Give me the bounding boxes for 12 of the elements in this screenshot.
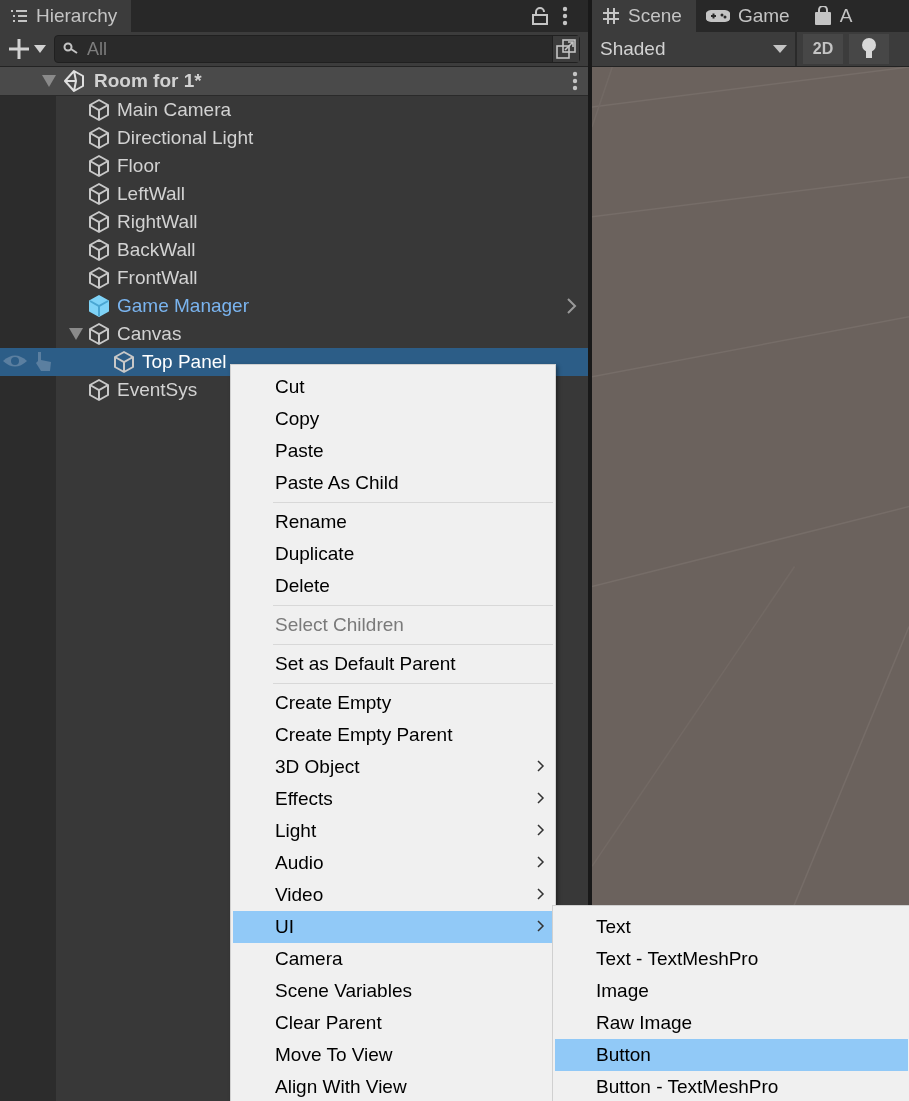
object-name: Directional Light <box>117 127 254 149</box>
object-name: RightWall <box>117 211 198 233</box>
object-name: Canvas <box>117 323 182 345</box>
object-name: Floor <box>117 155 161 177</box>
object-name: Game Manager <box>117 295 249 317</box>
object-name: BackWall <box>117 239 196 261</box>
object-name: LeftWall <box>117 183 185 205</box>
object-name: Main Camera <box>117 99 232 121</box>
scene-name: Room for 1* <box>94 70 202 92</box>
object-name: EventSys <box>117 379 198 401</box>
object-name: FrontWall <box>117 267 198 289</box>
object-name: Top Panel <box>142 351 227 373</box>
